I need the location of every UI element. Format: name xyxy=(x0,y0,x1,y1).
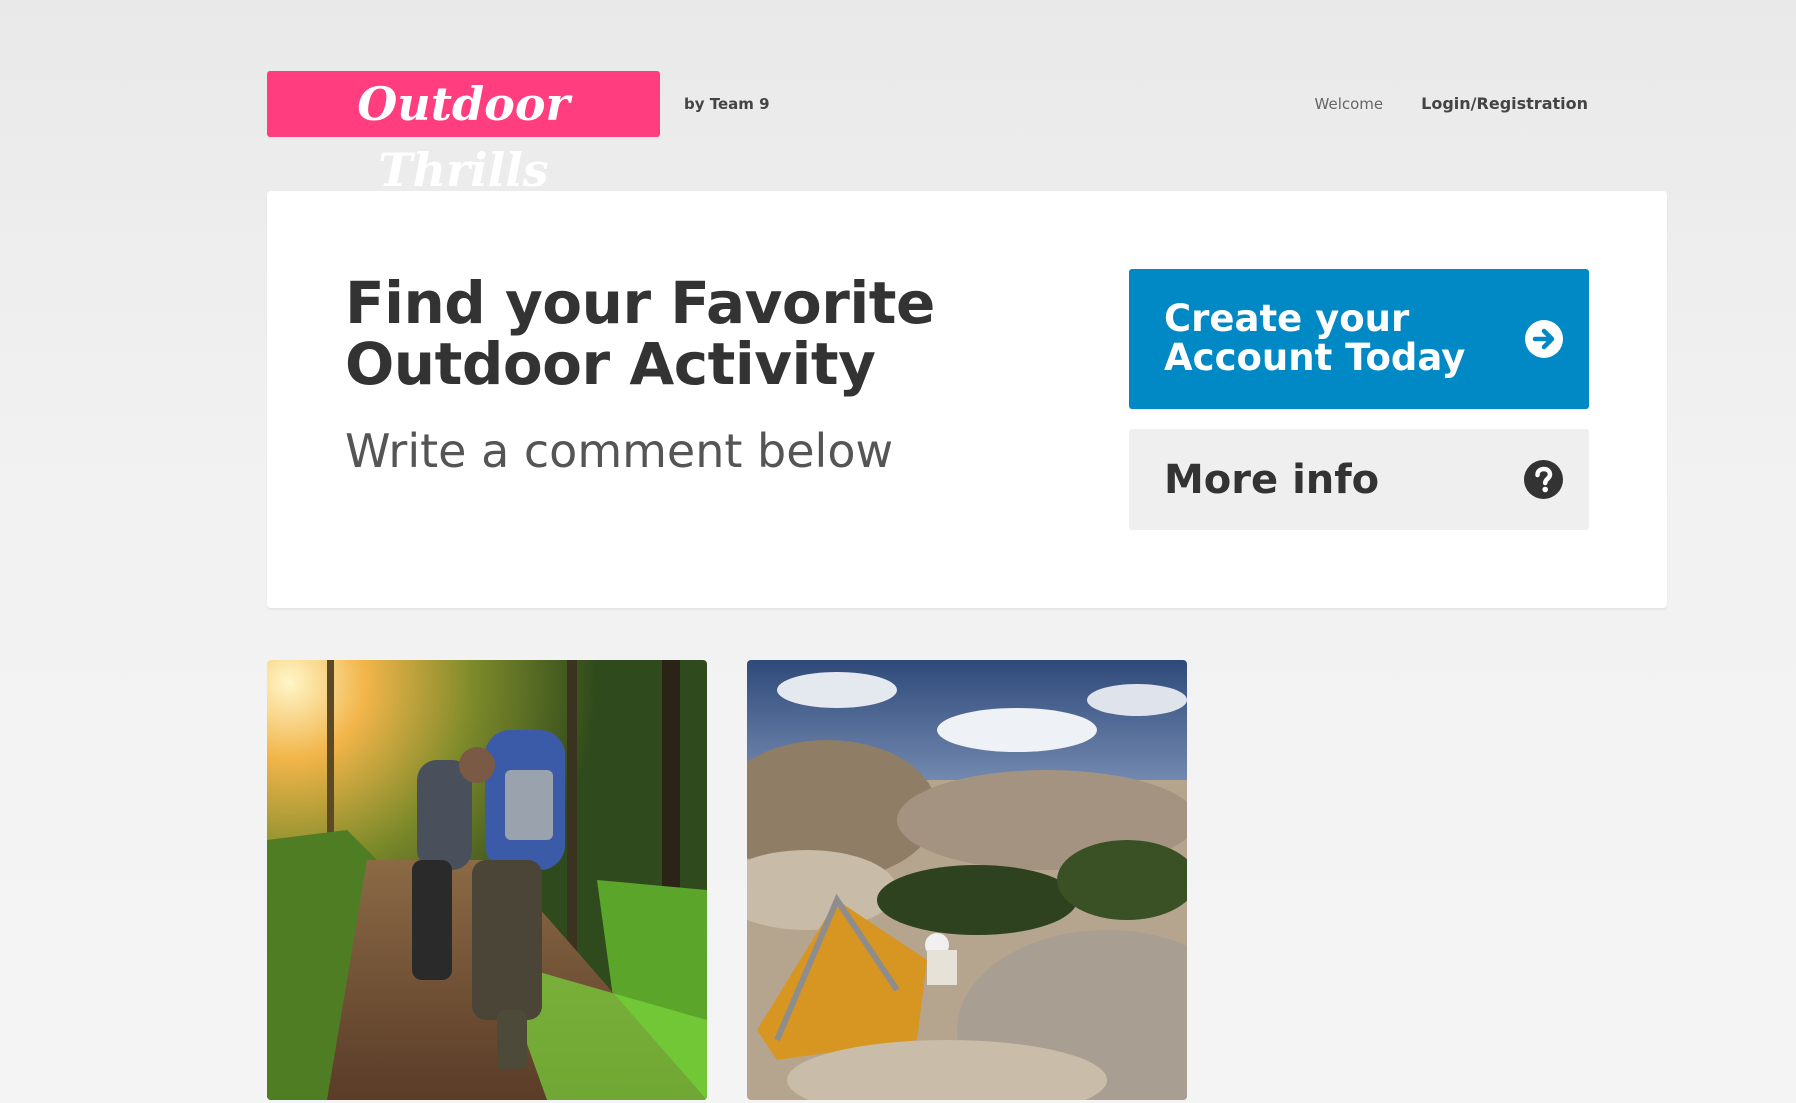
site-logo[interactable]: Outdoor Thrills xyxy=(267,71,660,197)
hero-title: Find your Favorite Outdoor Activity xyxy=(345,269,935,398)
more-info-button-label: More info xyxy=(1164,457,1380,503)
question-circle-icon xyxy=(1524,460,1563,499)
tent-boulders-image xyxy=(747,660,1187,1100)
hiking-photo[interactable] xyxy=(267,660,707,1100)
camping-photo[interactable] xyxy=(747,660,1187,1100)
hikers-forest-image xyxy=(267,660,707,1100)
arrow-right-circle-icon xyxy=(1525,320,1563,358)
byline: by Team 9 xyxy=(684,95,770,113)
more-info-button[interactable]: More info xyxy=(1129,429,1589,530)
nav-login-registration-link[interactable]: Login/Registration xyxy=(1421,94,1588,113)
create-account-button-label: Create your Account Today xyxy=(1164,297,1466,379)
create-account-button[interactable]: Create your Account Today xyxy=(1129,269,1589,409)
hero-panel: Find your Favorite Outdoor Activity Writ… xyxy=(267,191,1667,608)
nav-welcome-link[interactable]: Welcome xyxy=(1315,95,1384,113)
site-header: Outdoor Thrills by Team 9 Welcome Login/… xyxy=(267,71,1628,197)
hero-subtitle: Write a comment below xyxy=(345,424,894,478)
top-nav: Welcome Login/Registration xyxy=(1315,94,1628,113)
